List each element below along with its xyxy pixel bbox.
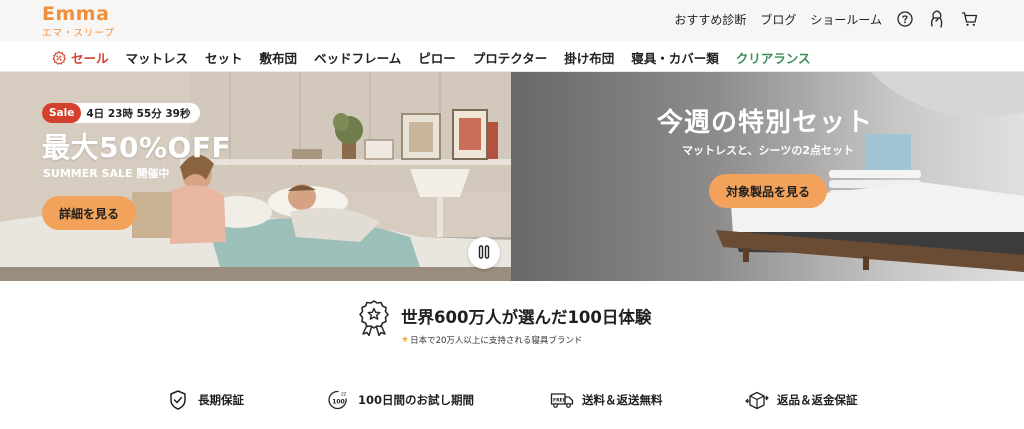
sale-badge-icon bbox=[52, 50, 66, 65]
logo-wordmark: Emma bbox=[42, 3, 110, 25]
nav-item-set[interactable]: セット bbox=[205, 48, 243, 67]
nav-item-sale-label: セール bbox=[71, 51, 109, 66]
nav-item-mattress[interactable]: マットレス bbox=[126, 48, 189, 67]
sale-countdown: 4日 23時 55分 39秒 bbox=[86, 107, 191, 120]
return-box-icon bbox=[745, 388, 769, 412]
svg-text:100: 100 bbox=[332, 399, 345, 406]
account-icon[interactable] bbox=[928, 10, 946, 28]
nav-item-comforter[interactable]: 掛け布団 bbox=[564, 48, 614, 67]
trust-subline-text: 日本で20万人以上に支持される寝具ブランド bbox=[410, 336, 583, 346]
emma-logo[interactable]: Emma エマ・スリープ bbox=[42, 4, 115, 39]
sale-countdown-pill: Sale 4日 23時 55分 39秒 bbox=[42, 103, 201, 123]
feature-label: 100日間のお試し期間 bbox=[358, 393, 475, 407]
cart-icon[interactable] bbox=[960, 10, 978, 28]
header-utility-nav: おすすめ診断 ブログ ショールーム bbox=[674, 10, 978, 28]
weekly-special-set-banner[interactable]: 今週の特別セット マットレスと、シーツの2点セット 対象製品を見る bbox=[511, 72, 1024, 281]
svg-text:FREE: FREE bbox=[553, 398, 566, 404]
feature-return-refund-guarantee: 返品＆返金保証 bbox=[745, 388, 858, 412]
trial-100-icon: 100 zz bbox=[326, 388, 350, 412]
nav-item-bed-frame[interactable]: ベッドフレーム bbox=[314, 48, 401, 67]
sale-headline: 最大50%OFF bbox=[42, 131, 232, 164]
header-link-blog[interactable]: ブログ bbox=[760, 11, 796, 28]
trust-text: 世界600万人が選んだ100日体験 ★ 日本で20万人以上に支持される寝具ブラン… bbox=[401, 298, 651, 346]
special-set-subheadline: マットレスと、シーツの2点セット bbox=[682, 144, 854, 157]
help-icon[interactable] bbox=[896, 10, 914, 28]
svg-text:zz: zz bbox=[341, 392, 347, 398]
trust-subline: ★ 日本で20万人以上に支持される寝具ブランド bbox=[401, 334, 651, 346]
nav-item-protector[interactable]: プロテクター bbox=[473, 48, 548, 67]
free-shipping-truck-icon: FREE bbox=[550, 388, 574, 412]
nav-item-bedding-covers[interactable]: 寝具・カバー類 bbox=[631, 48, 719, 67]
trust-section: 世界600万人が選んだ100日体験 ★ 日本で20万人以上に支持される寝具ブラン… bbox=[356, 298, 651, 346]
feature-label: 返品＆返金保証 bbox=[777, 393, 858, 407]
feature-100-night-trial: 100 zz 100日間のお試し期間 bbox=[326, 388, 474, 412]
nav-item-sale[interactable]: セール bbox=[52, 48, 109, 67]
feature-free-shipping-returns: FREE 送料＆返送無料 bbox=[550, 388, 663, 412]
logo-subtitle: エマ・スリープ bbox=[42, 28, 115, 39]
see-eligible-products-button[interactable]: 対象製品を見る bbox=[709, 174, 827, 208]
pause-slideshow-button[interactable] bbox=[468, 237, 500, 269]
pause-icon bbox=[478, 244, 490, 263]
nav-item-pillow[interactable]: ピロー bbox=[418, 48, 456, 67]
summer-sale-banner[interactable]: Sale 4日 23時 55分 39秒 最大50%OFF SUMMER SALE… bbox=[0, 72, 511, 281]
top-header: Emma エマ・スリープ おすすめ診断 ブログ ショールーム bbox=[0, 0, 1024, 41]
category-nav: セール マットレス セット 敷布団 ベッドフレーム ピロー プロテクター 掛け布… bbox=[0, 41, 1024, 72]
nav-item-futon[interactable]: 敷布団 bbox=[260, 48, 298, 67]
see-details-button[interactable]: 詳細を見る bbox=[42, 196, 136, 230]
header-link-recommendation-quiz[interactable]: おすすめ診断 bbox=[674, 11, 746, 28]
shield-check-icon bbox=[166, 388, 190, 412]
sale-subheadline: SUMMER SALE 開催中 bbox=[43, 167, 170, 180]
sale-tag: Sale bbox=[42, 103, 82, 123]
feature-label: 長期保証 bbox=[198, 393, 244, 407]
feature-label: 送料＆返送無料 bbox=[582, 393, 663, 407]
nav-item-clearance[interactable]: クリアランス bbox=[736, 48, 811, 67]
special-set-headline: 今週の特別セット bbox=[657, 108, 874, 138]
star-icon: ★ bbox=[401, 335, 410, 345]
feature-long-warranty: 長期保証 bbox=[166, 388, 244, 412]
header-link-showroom[interactable]: ショールーム bbox=[810, 11, 882, 28]
award-medal-icon bbox=[356, 298, 392, 337]
hero-banners: Sale 4日 23時 55分 39秒 最大50%OFF SUMMER SALE… bbox=[0, 72, 1024, 281]
trust-headline: 世界600万人が選んだ100日体験 bbox=[401, 308, 652, 327]
